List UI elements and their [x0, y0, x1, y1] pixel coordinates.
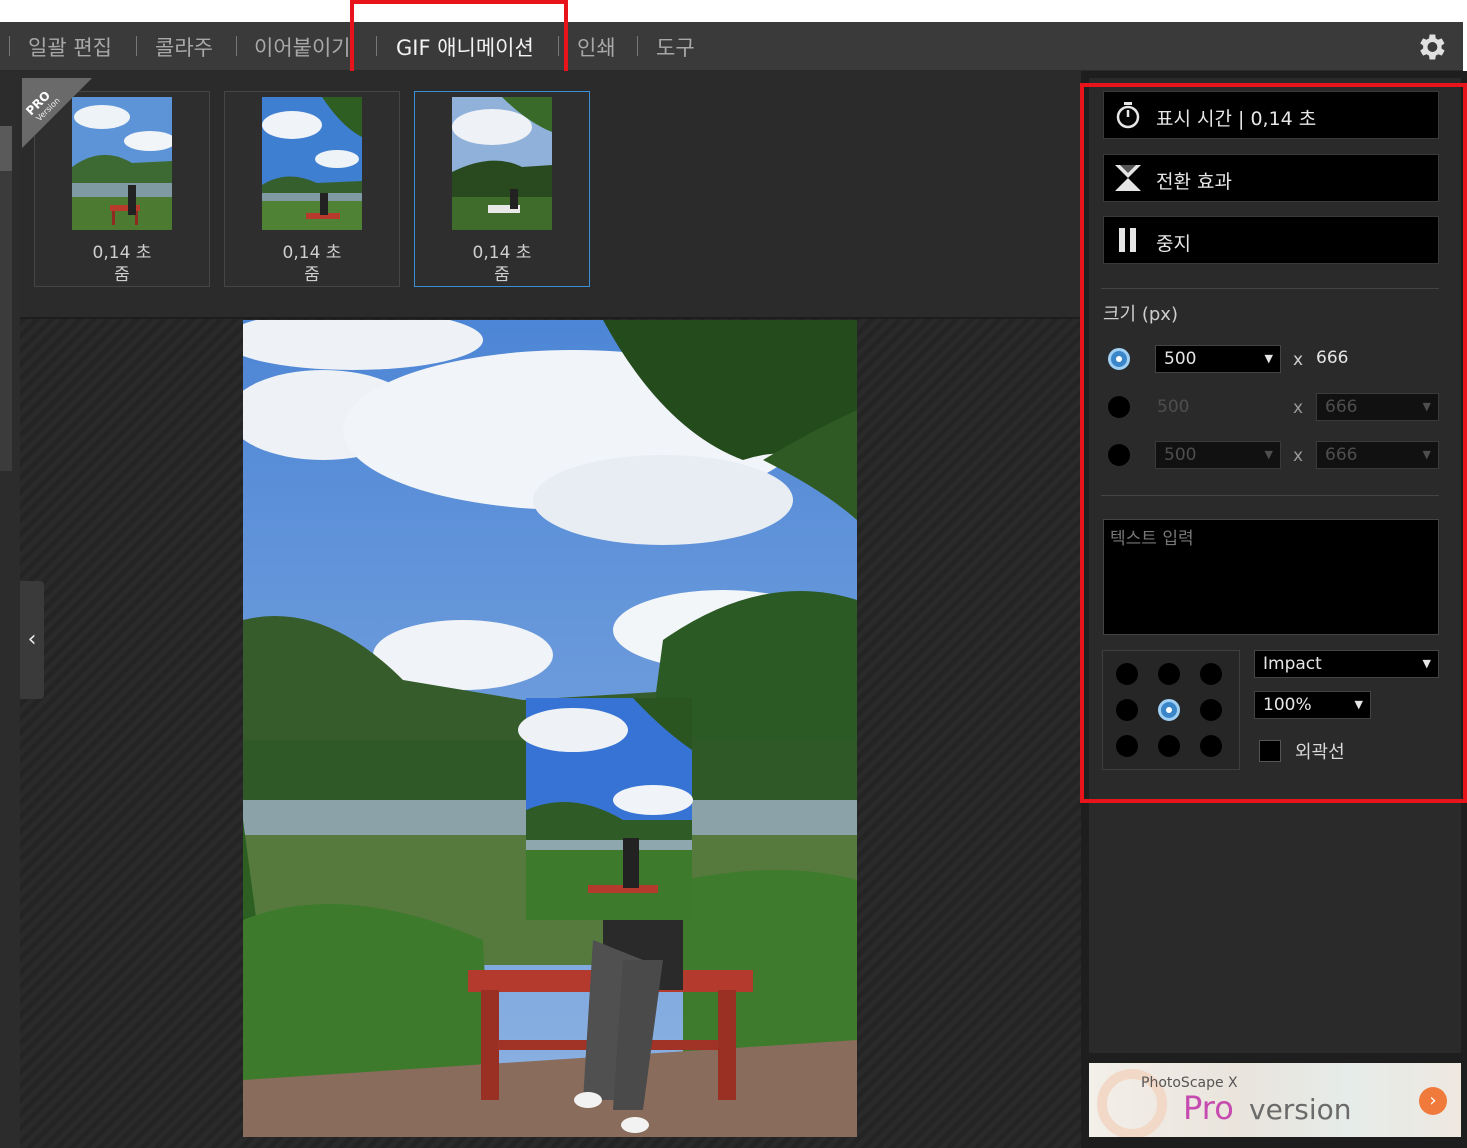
position-bottom-center[interactable]: [1158, 735, 1180, 757]
position-center[interactable]: [1158, 699, 1180, 721]
frame-image: [452, 97, 552, 230]
position-middle-right[interactable]: [1200, 699, 1222, 721]
frame-thumbnail-selected[interactable]: 0,14 초 줌: [414, 91, 590, 287]
menu-separator: [637, 36, 638, 56]
dropdown-arrow-icon: ▼: [1264, 448, 1273, 461]
width-value: 500: [1164, 349, 1197, 369]
height-value: 666: [1325, 397, 1358, 417]
transition-icon: [1115, 165, 1141, 191]
text-position-grid: [1102, 650, 1240, 770]
menu-separator: [376, 36, 377, 56]
frame-thumbnail[interactable]: 0,14 초 줌: [224, 91, 400, 287]
dropdown-arrow-icon: ▼: [1422, 448, 1431, 461]
display-time-label: 표시 시간 | 0,14 초: [1156, 108, 1317, 130]
pro-version-badge: PRO Version: [22, 78, 92, 148]
font-size-select[interactable]: 100% ▼: [1254, 691, 1371, 719]
dropdown-arrow-icon: ▼: [1354, 698, 1363, 711]
divider: [1101, 495, 1439, 496]
height-select-2[interactable]: 666 ▼: [1316, 393, 1439, 421]
frame-effect: 줌: [114, 265, 130, 285]
font-value: Impact: [1263, 654, 1322, 674]
menu-tools[interactable]: 도구: [656, 32, 695, 62]
transition-effect-label: 전환 효과: [1156, 171, 1232, 193]
dropdown-arrow-icon: ▼: [1422, 400, 1431, 413]
ad-pro-text: Pro: [1183, 1089, 1234, 1127]
dropdown-arrow-icon: ▼: [1422, 657, 1431, 670]
position-top-center[interactable]: [1158, 663, 1180, 685]
transition-effect-button[interactable]: 전환 효과: [1103, 154, 1439, 202]
height-select-3[interactable]: 666 ▼: [1316, 441, 1439, 469]
font-size-value: 100%: [1263, 695, 1312, 715]
size-x: x: [1293, 350, 1304, 370]
menu-separator: [558, 36, 559, 56]
stop-button[interactable]: 중지: [1103, 216, 1439, 264]
display-time-button[interactable]: 표시 시간 | 0,14 초: [1103, 91, 1439, 139]
size-label: 크기 (px): [1103, 304, 1178, 325]
menu-combine[interactable]: 이어붙이기: [254, 32, 354, 62]
pro-version-ad-banner[interactable]: PhotoScape X Pro version ›: [1089, 1063, 1461, 1137]
position-bottom-right[interactable]: [1200, 735, 1222, 757]
stop-label: 중지: [1156, 233, 1191, 255]
preview-photo: [243, 320, 857, 1137]
top-menu-bar: 일괄 편집 콜라주 이어붙이기 GIF 애니메이션 인쇄 도구: [0, 22, 1463, 71]
frame-strip: 0,14 초 줌 0,14 초 줌 0,14 초 줌: [20, 71, 1081, 319]
arrow-right-icon[interactable]: ›: [1419, 1087, 1447, 1115]
frame-image: [262, 97, 362, 230]
preview-canvas: ‹: [20, 319, 1081, 1148]
menu-print[interactable]: 인쇄: [577, 32, 616, 62]
position-top-right[interactable]: [1200, 663, 1222, 685]
chevron-left-icon[interactable]: ‹: [20, 581, 44, 699]
width-field-2[interactable]: 500: [1148, 393, 1278, 421]
left-scroll-strip[interactable]: [0, 71, 20, 1148]
timer-icon: [1116, 102, 1140, 129]
text-input[interactable]: [1103, 519, 1439, 635]
width-value: 500: [1157, 397, 1190, 417]
divider: [1101, 288, 1439, 289]
scroll-thumb[interactable]: [0, 126, 12, 171]
size-x: x: [1293, 446, 1304, 466]
size-radio-1[interactable]: [1108, 348, 1130, 370]
width-value: 500: [1164, 445, 1197, 465]
width-select-3[interactable]: 500 ▼: [1155, 441, 1281, 469]
frame-effect: 줌: [304, 265, 320, 285]
height-value-1: 666: [1316, 348, 1349, 368]
outline-label: 외곽선: [1295, 742, 1345, 763]
font-select[interactable]: Impact ▼: [1254, 650, 1439, 678]
menu-separator: [236, 36, 237, 56]
size-radio-2[interactable]: [1108, 396, 1130, 418]
dropdown-arrow-icon: ▼: [1264, 352, 1273, 365]
settings-gear-icon[interactable]: [1414, 30, 1448, 64]
width-select-1[interactable]: 500 ▼: [1155, 345, 1281, 373]
height-value: 666: [1325, 445, 1358, 465]
scroll-track: [0, 131, 12, 471]
menu-collage[interactable]: 콜라주: [155, 32, 213, 62]
position-bottom-left[interactable]: [1116, 735, 1138, 757]
menu-separator: [9, 36, 10, 56]
menu-gif-animation[interactable]: GIF 애니메이션: [396, 32, 534, 62]
position-middle-left[interactable]: [1116, 699, 1138, 721]
bottom-strip: [1089, 1137, 1461, 1148]
ad-version-text: version: [1249, 1093, 1352, 1126]
position-top-left[interactable]: [1116, 663, 1138, 685]
outline-checkbox[interactable]: [1259, 740, 1281, 762]
menu-batch-edit[interactable]: 일괄 편집: [28, 32, 112, 62]
menu-separator: [136, 36, 137, 56]
frame-effect: 줌: [494, 265, 510, 285]
size-radio-3[interactable]: [1108, 444, 1130, 466]
size-x: x: [1293, 398, 1304, 418]
pause-icon: [1119, 228, 1136, 252]
